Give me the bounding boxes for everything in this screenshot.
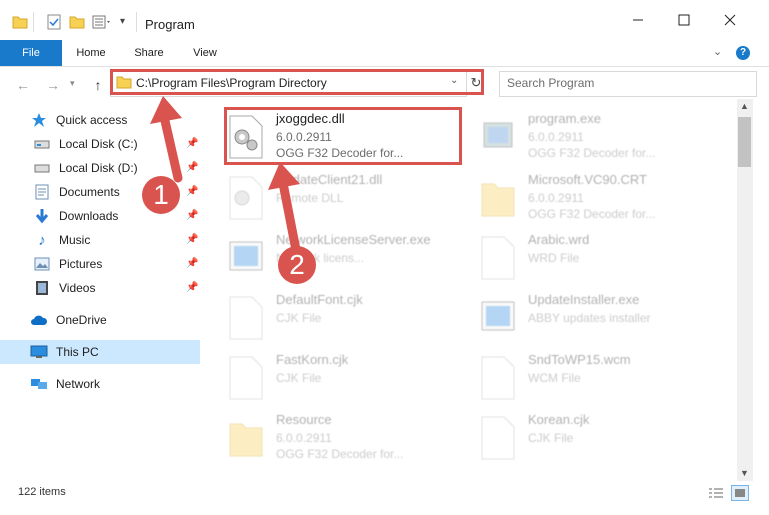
callout-badge-2: 2 bbox=[278, 246, 316, 284]
arrow-2-head bbox=[268, 162, 300, 190]
callout-badge-1: 1 bbox=[142, 176, 180, 214]
callout-arrows bbox=[150, 96, 301, 255]
arrow-2-shaft bbox=[277, 173, 301, 255]
arrow-1-head bbox=[150, 96, 182, 124]
arrow-1-shaft bbox=[158, 107, 183, 183]
